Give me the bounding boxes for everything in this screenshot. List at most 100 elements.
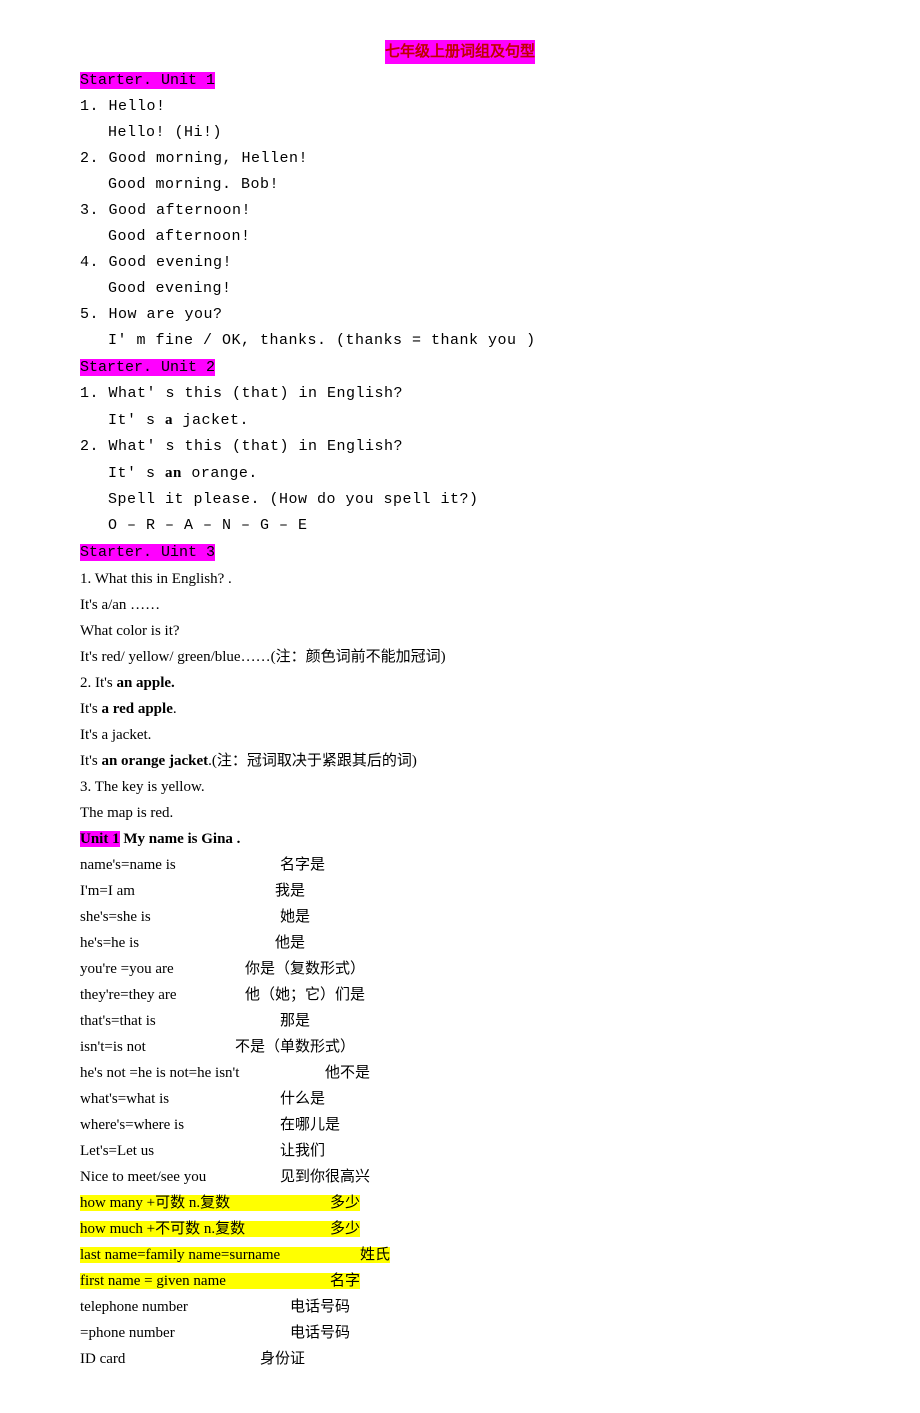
vocab-left: Let's=Let us: [80, 1139, 280, 1163]
s3-l8-c: .(注：冠词取决于紧跟其后的词): [208, 753, 417, 769]
vocab-right: 你是（复数形式）: [245, 957, 365, 981]
s3-l5-a: 2. It's: [80, 675, 116, 691]
s2-l4-c: orange.: [182, 465, 258, 482]
vocab-right: 什么是: [280, 1087, 325, 1111]
vocab-right: 见到你很高兴: [280, 1165, 370, 1189]
vocab-left: name's=name is: [80, 853, 280, 877]
vocab-left: she's=she is: [80, 905, 280, 929]
vocab-row: where's=where is在哪儿是: [80, 1113, 840, 1137]
yellow-text: first name = given name名字: [80, 1273, 360, 1289]
vocab-right: 电话号码: [290, 1295, 350, 1319]
s2-line-3: 2. What' s this (that) in English?: [80, 435, 840, 459]
yellow-right: 名字: [330, 1273, 360, 1289]
vocab-row: I'm=I am我是: [80, 879, 840, 903]
s3-line-10: The map is red.: [80, 801, 840, 825]
s3-line-4: It's red/ yellow/ green/blue……(注：颜色词前不能加…: [80, 645, 840, 669]
vocab-row: she's=she is她是: [80, 905, 840, 929]
s3-l5-b: an apple.: [116, 675, 174, 691]
s1-line-4: Good morning. Bob!: [80, 173, 840, 197]
starter-unit-2: Starter. Unit 2 1. What' s this (that) i…: [80, 355, 840, 538]
vocab-list-2: telephone number电话号码=phone number电话号码ID …: [80, 1295, 840, 1371]
yellow-row: last name=family name=surname姓氏: [80, 1243, 840, 1267]
vocab-row: =phone number电话号码: [80, 1321, 840, 1345]
starter1-heading: Starter. Unit 1: [80, 72, 215, 89]
s2-l4-a: It' s: [108, 465, 165, 482]
s3-l6-a: It's: [80, 701, 101, 717]
vocab-left: what's=what is: [80, 1087, 280, 1111]
vocab-left: I'm=I am: [80, 879, 275, 903]
vocab-row: name's=name is名字是: [80, 853, 840, 877]
yellow-left: how many +可数 n.复数: [80, 1191, 330, 1215]
starter-unit-3: Starter. Uint 3 1. What this in English?…: [80, 540, 840, 825]
vocab-left: you're =you are: [80, 957, 245, 981]
yellow-row: first name = given name名字: [80, 1269, 840, 1293]
yellow-text: last name=family name=surname姓氏: [80, 1247, 390, 1263]
vocab-right: 他不是: [325, 1061, 370, 1085]
s3-line-1: 1. What this in English? .: [80, 567, 840, 591]
s3-line-8: It's an orange jacket.(注：冠词取决于紧跟其后的词): [80, 749, 840, 773]
s3-line-2: It's a/an ……: [80, 593, 840, 617]
yellow-text: how many +可数 n.复数多少: [80, 1195, 360, 1211]
vocab-left: where's=where is: [80, 1113, 280, 1137]
vocab-row: you're =you are你是（复数形式）: [80, 957, 840, 981]
starter2-heading: Starter. Unit 2: [80, 359, 215, 376]
vocab-row: they're=they are他（她；它）们是: [80, 983, 840, 1007]
vocab-right: 在哪儿是: [280, 1113, 340, 1137]
s1-line-1: 1. Hello!: [80, 95, 840, 119]
yellow-right: 多少: [330, 1195, 360, 1211]
yellow-row: how many +可数 n.复数多少: [80, 1191, 840, 1215]
vocab-right: 不是（单数形式）: [235, 1035, 355, 1059]
s2-l2-a: It' s: [108, 412, 165, 429]
s3-line-7: It's a jacket.: [80, 723, 840, 747]
vocab-right: 电话号码: [290, 1321, 350, 1345]
s1-line-2: Hello! (Hi!): [80, 121, 840, 145]
s1-line-3: 2. Good morning, Hellen!: [80, 147, 840, 171]
s2-line-2: It' s a jacket.: [80, 408, 840, 433]
s2-l2-c: jacket.: [173, 412, 249, 429]
s3-l8-b: an orange jacket: [101, 753, 208, 769]
yellow-list: how many +可数 n.复数多少how much +不可数 n.复数多少l…: [80, 1191, 840, 1293]
unit-1: Unit 1 My name is Gina . name's=name is名…: [80, 827, 840, 1371]
vocab-row: that's=that is那是: [80, 1009, 840, 1033]
yellow-left: how much +不可数 n.复数: [80, 1217, 330, 1241]
yellow-right: 多少: [330, 1221, 360, 1237]
s2-l4-b: an: [165, 465, 182, 481]
s2-line-4: It' s an orange.: [80, 461, 840, 486]
vocab-list: name's=name is名字是I'm=I am我是she's=she is她…: [80, 853, 840, 1189]
starter-unit-1: Starter. Unit 1 1. Hello! Hello! (Hi!) 2…: [80, 68, 840, 353]
vocab-left: ID card: [80, 1347, 260, 1371]
yellow-right: 姓氏: [360, 1247, 390, 1263]
vocab-left: isn't=is not: [80, 1035, 235, 1059]
vocab-left: that's=that is: [80, 1009, 280, 1033]
yellow-row: how much +不可数 n.复数多少: [80, 1217, 840, 1241]
vocab-right: 让我们: [280, 1139, 325, 1163]
unit1-subtitle: My name is Gina .: [120, 831, 241, 847]
vocab-left: he's=he is: [80, 931, 275, 955]
vocab-row: he's not =he is not=he isn't他不是: [80, 1061, 840, 1085]
unit1-heading-row: Unit 1 My name is Gina .: [80, 827, 840, 851]
s3-line-5: 2. It's an apple.: [80, 671, 840, 695]
vocab-left: Nice to meet/see you: [80, 1165, 280, 1189]
s2-line-5: Spell it please. (How do you spell it?): [80, 488, 840, 512]
vocab-right: 身份证: [260, 1347, 305, 1371]
vocab-row: what's=what is什么是: [80, 1087, 840, 1111]
s1-line-8: Good evening!: [80, 277, 840, 301]
unit1-heading: Unit 1: [80, 831, 120, 847]
s3-line-9: 3. The key is yellow.: [80, 775, 840, 799]
s1-line-10: I' m fine / OK, thanks. (thanks = thank …: [80, 329, 840, 353]
vocab-left: they're=they are: [80, 983, 245, 1007]
vocab-row: Nice to meet/see you见到你很高兴: [80, 1165, 840, 1189]
s1-line-6: Good afternoon!: [80, 225, 840, 249]
vocab-right: 他是: [275, 931, 305, 955]
vocab-right: 名字是: [280, 853, 325, 877]
vocab-left: he's not =he is not=he isn't: [80, 1061, 325, 1085]
vocab-left: =phone number: [80, 1321, 290, 1345]
s3-line-6: It's a red apple.: [80, 697, 840, 721]
vocab-row: he's=he is他是: [80, 931, 840, 955]
yellow-text: how much +不可数 n.复数多少: [80, 1221, 360, 1237]
s3-line-3: What color is it?: [80, 619, 840, 643]
vocab-row: Let's=Let us让我们: [80, 1139, 840, 1163]
vocab-left: telephone number: [80, 1295, 290, 1319]
vocab-right: 他（她；它）们是: [245, 983, 365, 1007]
s1-line-7: 4. Good evening!: [80, 251, 840, 275]
